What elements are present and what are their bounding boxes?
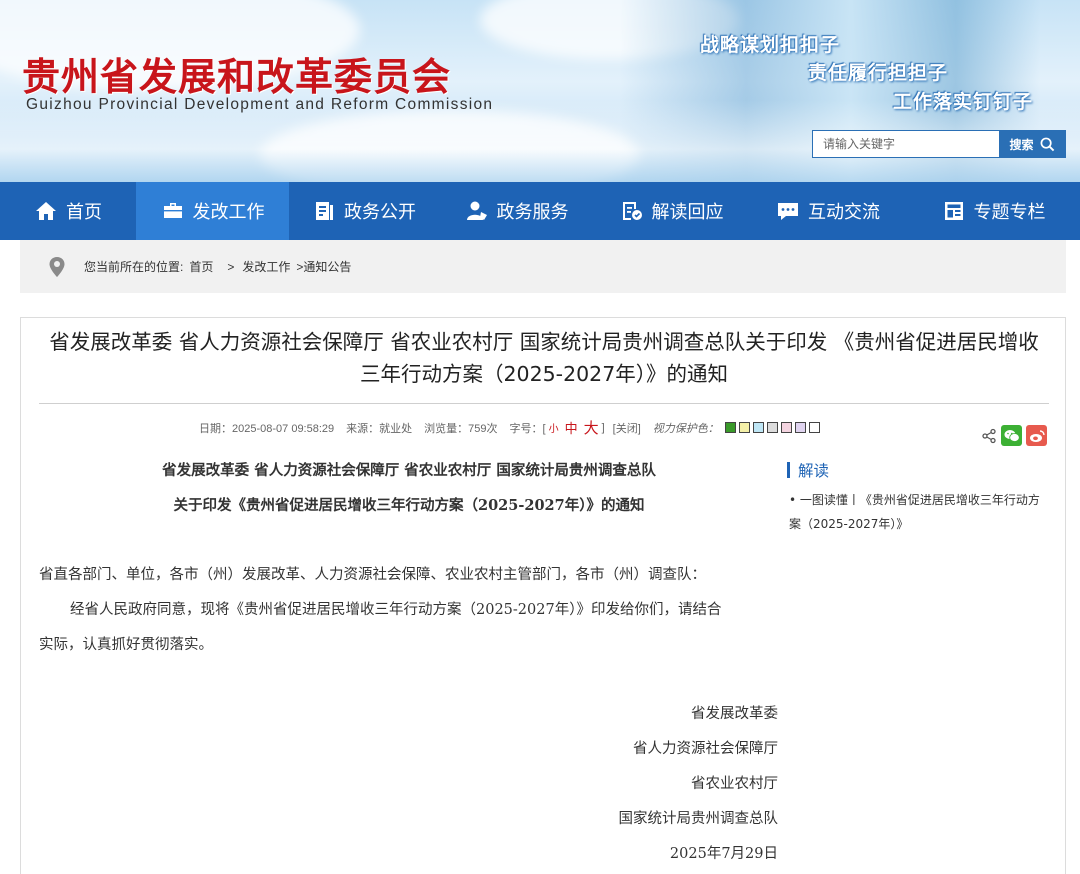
nav-item-label: 发改工作 bbox=[192, 202, 265, 223]
document-heading-subject: 关于印发《贵州省促进居民增收三年行动方案（2025-2027年）》的通知 bbox=[173, 497, 645, 514]
signature-date: 2025年7月29日 bbox=[669, 846, 778, 862]
meta-font-size-label: 字号：[ bbox=[509, 422, 546, 435]
site-title-english: Guizhou Provincial Development and Refor… bbox=[26, 96, 494, 113]
slogan-3: 工作落实钉钉子 bbox=[893, 91, 1034, 113]
breadcrumb-separator: > bbox=[227, 259, 235, 274]
breadcrumb-work-link[interactable]: 发改工作 bbox=[242, 258, 290, 275]
title-divider bbox=[39, 403, 1049, 404]
body-paragraph-line-2: 实际，认真抓好贯彻落实。 bbox=[39, 637, 213, 653]
interpretation-link[interactable]: • 一图读懂丨《贵州省促进居民增收三年行动方案（2025-2027年）》 bbox=[789, 488, 1051, 536]
interpretation-section-title: 解读 bbox=[787, 459, 829, 481]
home-icon bbox=[36, 202, 56, 220]
slogan-1: 战略谋划扣扣子 bbox=[700, 34, 841, 56]
share-icon[interactable] bbox=[981, 428, 997, 444]
header-banner: 贵州省发展和改革委员会 Guizhou Provincial Developme… bbox=[0, 0, 1080, 182]
column-icon bbox=[944, 202, 963, 220]
slogan-2: 责任履行担担子 bbox=[808, 62, 949, 84]
signature-4: 国家统计局贵州调查总队 bbox=[618, 811, 779, 827]
interpretation-icon bbox=[622, 202, 642, 220]
nav-item-home[interactable]: 首页 bbox=[0, 182, 136, 240]
weibo-icon bbox=[1029, 429, 1045, 442]
signature-2: 省人力资源社会保障厅 bbox=[633, 741, 778, 757]
chat-icon bbox=[778, 203, 798, 220]
font-size-medium-button[interactable]: 中 bbox=[565, 418, 578, 437]
search-icon bbox=[1040, 137, 1054, 151]
article-panel: 省发展改革委 省人力资源社会保障厅 省农业农村厅 国家统计局贵州调查总队关于印发… bbox=[20, 317, 1066, 874]
color-swatch-2[interactable] bbox=[738, 422, 750, 433]
color-swatch-6[interactable] bbox=[794, 422, 806, 433]
nav-item-special-column[interactable]: 专题专栏 bbox=[907, 182, 1080, 240]
interpretation-title-text: 解读 bbox=[798, 462, 830, 480]
signature-1: 省发展改革委 bbox=[691, 706, 778, 722]
nav-item-label: 解读回应 bbox=[651, 202, 724, 223]
search-box: 搜索 bbox=[812, 130, 1066, 158]
nav-item-work[interactable]: 发改工作 bbox=[136, 182, 289, 240]
color-swatch-5[interactable] bbox=[780, 422, 792, 433]
nav-item-label: 政务服务 bbox=[496, 202, 569, 223]
meta-date: 日期：2025-08-07 09:58:29 bbox=[199, 422, 335, 435]
search-button[interactable]: 搜索 bbox=[999, 131, 1065, 157]
search-input[interactable] bbox=[813, 131, 999, 157]
signature-3: 省农业农村厅 bbox=[691, 776, 778, 792]
color-swatch-3[interactable] bbox=[752, 422, 764, 433]
document-heading-issuers: 省发展改革委 省人力资源社会保障厅 省农业农村厅 国家统计局贵州调查总队 bbox=[162, 462, 656, 479]
breadcrumb: 您当前所在的位置: 首页 > 发改工作 >通知公告 bbox=[20, 240, 1066, 293]
section-marker bbox=[787, 462, 790, 478]
color-swatch-1[interactable] bbox=[724, 422, 736, 433]
article-title: 省发展改革委 省人力资源社会保障厅 省农业农村厅 国家统计局贵州调查总队关于印发… bbox=[21, 326, 1067, 390]
breadcrumb-notice-link[interactable]: >通知公告 bbox=[296, 258, 351, 275]
briefcase-icon bbox=[163, 203, 182, 218]
meta-vision-label: 视力保护色： bbox=[652, 422, 719, 435]
nav-item-label: 互动交流 bbox=[808, 202, 880, 223]
nav-item-label: 首页 bbox=[66, 202, 102, 223]
main-nav: 首页 发改工作 政务公开 政务服务 解读回应 互动交流 专题专栏 bbox=[0, 182, 1080, 240]
weibo-share-button[interactable] bbox=[1026, 425, 1047, 446]
body-paragraph-line-1: 经省人民政府同意，现将《贵州省促进居民增收三年行动方案（2025-2027年）》… bbox=[70, 602, 722, 618]
share-bar bbox=[981, 425, 1047, 446]
salutation: 省直各部门、单位，各市（州）发展改革、人力资源社会保障、农业农村主管部门，各市（… bbox=[39, 567, 706, 583]
font-size-small-button[interactable]: 小 bbox=[549, 420, 559, 435]
wechat-icon bbox=[1004, 429, 1020, 442]
article-title-line-1: 省发展改革委 省人力资源社会保障厅 省农业农村厅 国家统计局贵州调查总队关于印发… bbox=[49, 330, 1039, 354]
breadcrumb-prefix: 您当前所在的位置: bbox=[84, 260, 184, 274]
meta-views: 浏览量：759次 bbox=[424, 422, 498, 435]
article-meta: 日期：2025-08-07 09:58:29 来源：就业处 浏览量：759次 字… bbox=[199, 417, 823, 438]
nav-item-label: 专题专栏 bbox=[973, 202, 1046, 223]
color-swatch-4[interactable] bbox=[766, 422, 778, 433]
meta-font-size-close-bracket: ] bbox=[601, 421, 605, 434]
location-pin-icon bbox=[49, 256, 65, 277]
nav-item-interaction[interactable]: 互动交流 bbox=[749, 182, 907, 240]
font-size-large-button[interactable]: 大 bbox=[584, 417, 599, 438]
meta-source: 来源：就业处 bbox=[346, 422, 413, 435]
nav-item-services[interactable]: 政务服务 bbox=[439, 182, 594, 240]
nav-item-interpretation[interactable]: 解读回应 bbox=[594, 182, 749, 240]
search-button-label: 搜索 bbox=[1009, 137, 1034, 152]
site-title[interactable]: 贵州省发展和改革委员会 bbox=[22, 46, 451, 101]
user-service-icon bbox=[466, 201, 487, 220]
article-title-line-2: 三年行动方案（2025-2027年）》的通知 bbox=[360, 362, 728, 386]
nav-item-public-affairs[interactable]: 政务公开 bbox=[289, 182, 439, 240]
vision-color-swatches bbox=[724, 422, 823, 433]
document-icon bbox=[316, 202, 333, 220]
color-swatch-7[interactable] bbox=[808, 422, 820, 433]
breadcrumb-home-link[interactable]: 首页 bbox=[189, 258, 213, 275]
nav-item-label: 政务公开 bbox=[344, 202, 416, 223]
wechat-share-button[interactable] bbox=[1001, 425, 1022, 446]
close-page-button[interactable]: [关闭] bbox=[613, 420, 641, 436]
